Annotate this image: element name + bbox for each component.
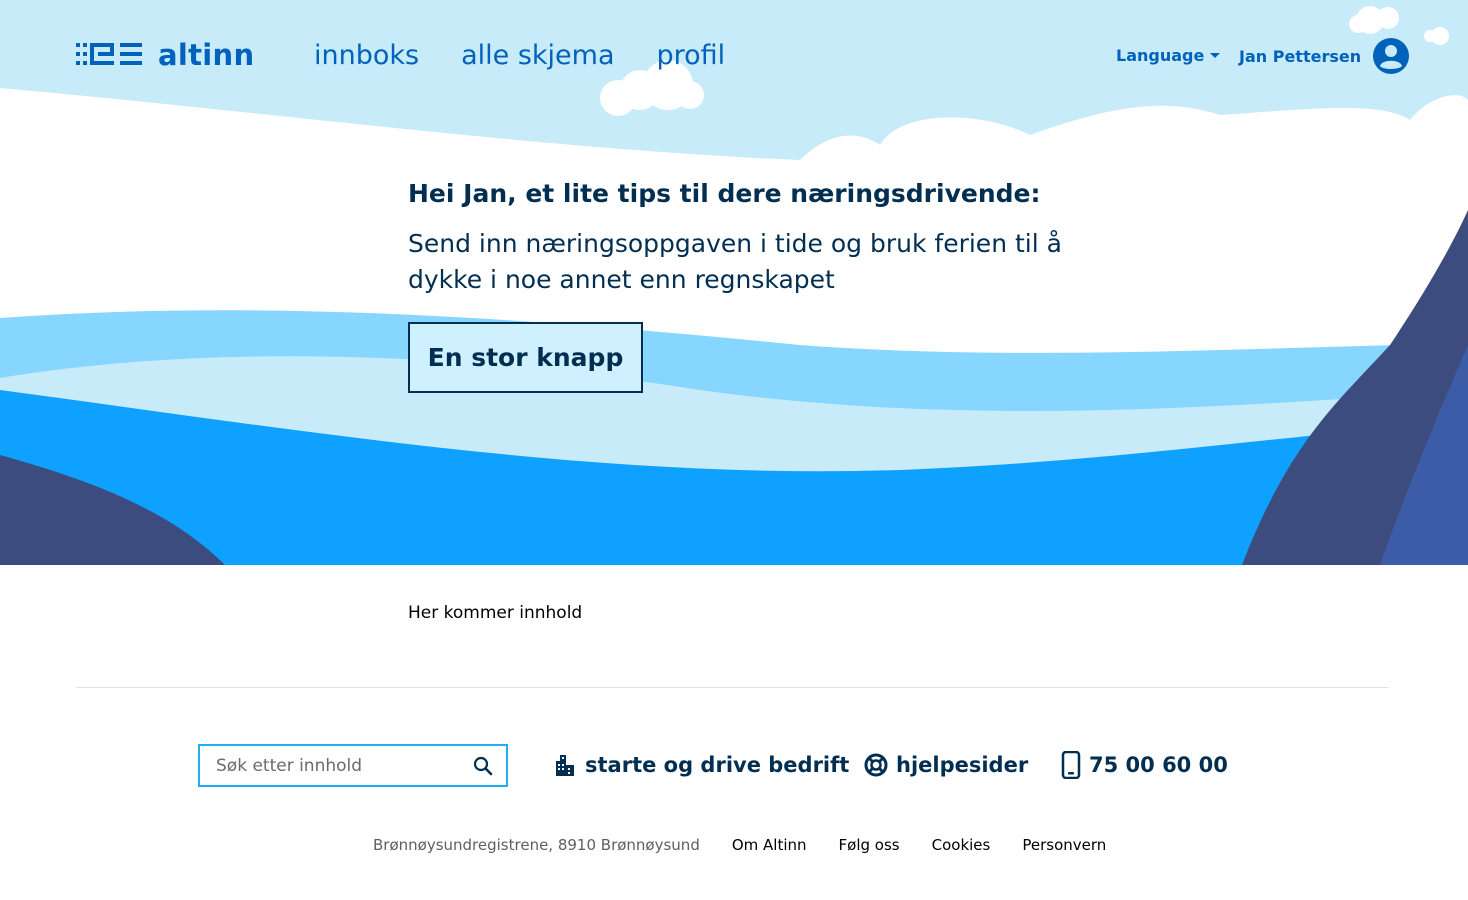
- phone-number: 75 00 60 00: [1089, 753, 1228, 777]
- user-menu[interactable]: Jan Pettersen: [1239, 38, 1410, 74]
- help-link[interactable]: hjelpesider: [864, 750, 1028, 780]
- hero-title: Hei Jan, et lite tips til dere næringsdr…: [408, 179, 1041, 208]
- site-header: altinn innboks alle skjema profil Langua…: [0, 0, 1468, 110]
- language-dropdown[interactable]: Language: [1116, 46, 1221, 65]
- business-link[interactable]: starte og drive bedrift: [553, 750, 849, 780]
- footer-divider: [76, 687, 1389, 688]
- footer-link-om-altinn[interactable]: Om Altinn: [732, 836, 807, 854]
- footer-bottom: Brønnøysundregistrene, 8910 Brønnøysund …: [373, 835, 1138, 855]
- search-box: [198, 744, 508, 787]
- hero-text: Send inn næringsoppgaven i tide og bruk …: [408, 229, 1062, 294]
- caret-down-icon: [1210, 53, 1221, 58]
- building-icon: [556, 755, 574, 776]
- altinn-logo-icon: [76, 43, 142, 65]
- search-icon[interactable]: [472, 755, 494, 777]
- phone-icon: [1061, 751, 1081, 779]
- main-nav: innboks alle skjema profil: [314, 38, 767, 74]
- hero-section: altinn innboks alle skjema profil Langua…: [0, 0, 1468, 565]
- business-link-label: starte og drive bedrift: [585, 753, 850, 777]
- page: altinn innboks alle skjema profil Langua…: [0, 0, 1468, 900]
- footer-link-personvern[interactable]: Personvern: [1022, 836, 1106, 854]
- search-input[interactable]: [214, 746, 468, 785]
- nav-profil[interactable]: profil: [657, 38, 726, 74]
- lifebuoy-icon: [864, 753, 888, 777]
- logo-text: altinn: [158, 38, 255, 72]
- user-name: Jan Pettersen: [1239, 46, 1362, 66]
- footer-link-folg-oss[interactable]: Følg oss: [839, 836, 900, 854]
- footer-link-cookies[interactable]: Cookies: [932, 836, 991, 854]
- language-label: Language: [1116, 46, 1205, 65]
- phone-link[interactable]: 75 00 60 00: [1061, 750, 1228, 780]
- content-placeholder: Her kommer innhold: [408, 603, 583, 623]
- footer-address: Brønnøysundregistrene, 8910 Brønnøysund: [373, 836, 700, 854]
- user-avatar-icon: [1373, 38, 1410, 74]
- altinn-logo[interactable]: altinn: [76, 38, 255, 72]
- help-link-label: hjelpesider: [896, 753, 1029, 777]
- nav-alle-skjema[interactable]: alle skjema: [461, 38, 614, 74]
- big-cta-button[interactable]: En stor knapp: [408, 322, 643, 393]
- nav-innboks[interactable]: innboks: [314, 38, 419, 74]
